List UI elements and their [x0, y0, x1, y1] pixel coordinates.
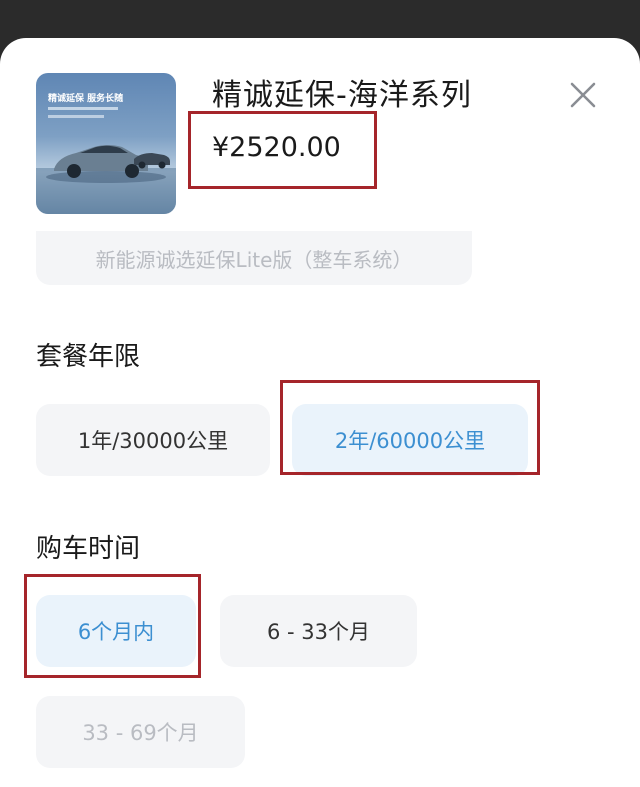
close-icon[interactable] [566, 78, 600, 112]
section-title-purchase-time: 购车时间 [36, 534, 141, 564]
product-options-sheet: 精诚延保 服务长随 精诚延保-海洋系列 ¥2520.00 新能源诚选延保Lite… [0, 38, 640, 787]
thumbnail-slogan: 精诚延保 服务长随 [48, 94, 124, 104]
option-purchase-6-33m[interactable]: 6 - 33个月 [220, 595, 417, 667]
option-years-1[interactable]: 1年/30000公里 [36, 404, 270, 476]
variant-option[interactable]: 新能源诚选延保Lite版（整车系统） [36, 231, 472, 285]
product-title: 精诚延保-海洋系列 [212, 78, 472, 113]
option-purchase-33-69m[interactable]: 33 - 69个月 [36, 696, 245, 768]
section-title-years: 套餐年限 [36, 342, 141, 372]
product-thumbnail: 精诚延保 服务长随 [36, 73, 176, 214]
product-price: ¥2520.00 [212, 132, 341, 163]
option-purchase-6m[interactable]: 6个月内 [36, 595, 196, 667]
option-years-2[interactable]: 2年/60000公里 [292, 404, 528, 476]
